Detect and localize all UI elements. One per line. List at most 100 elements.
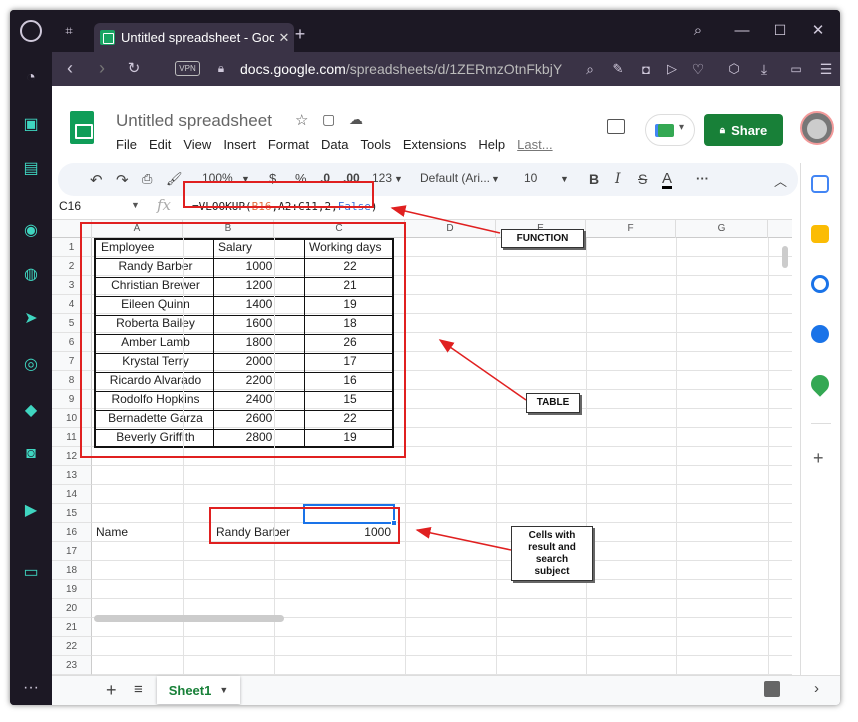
font-select[interactable]: Default (Ari...: [420, 171, 490, 185]
column-header-f[interactable]: F: [586, 220, 676, 238]
gamepad-icon[interactable]: ⌗: [60, 23, 78, 38]
messenger-icon[interactable]: ◉: [21, 220, 41, 240]
table-row[interactable]: [92, 504, 792, 523]
name-box-chevron-icon[interactable]: ▼: [131, 200, 140, 210]
cube-icon[interactable]: ⬡: [724, 59, 744, 79]
menu-format[interactable]: Format: [268, 137, 309, 152]
redo-icon[interactable]: ↷: [116, 171, 129, 189]
maximize-icon[interactable]: ☐: [770, 20, 790, 40]
italic-button[interactable]: I: [615, 171, 621, 187]
lookup-label-cell[interactable]: Name: [92, 523, 183, 542]
table-row[interactable]: [92, 637, 792, 656]
doc-title[interactable]: Untitled spreadsheet: [116, 111, 272, 131]
table-row[interactable]: [92, 466, 792, 485]
sheet-tab-chevron-icon[interactable]: ▼: [219, 685, 228, 695]
font-size-chevron-icon[interactable]: ▼: [560, 174, 569, 184]
row-header-19[interactable]: 19: [52, 580, 92, 599]
side-panel-toggle-icon[interactable]: ›: [814, 680, 819, 697]
table-row[interactable]: [92, 656, 792, 675]
twitter-icon[interactable]: ◆: [21, 400, 41, 420]
pinboard-icon[interactable]: ▭: [21, 562, 41, 582]
heart-icon[interactable]: ♡: [688, 59, 708, 79]
row-header-13[interactable]: 13: [52, 466, 92, 485]
font-size-select[interactable]: 10: [524, 171, 537, 185]
forward-icon[interactable]: ›: [92, 58, 112, 78]
tasks-icon[interactable]: [811, 275, 829, 293]
print-icon[interactable]: ⎙: [142, 171, 152, 187]
twitch-icon[interactable]: ▤: [21, 158, 41, 178]
search-tabs-icon[interactable]: ⌕: [688, 20, 708, 40]
last-edit-link[interactable]: Last...: [517, 137, 552, 152]
horizontal-scrollbar[interactable]: [94, 615, 284, 622]
contacts-icon[interactable]: [811, 325, 829, 343]
table-row[interactable]: [92, 485, 792, 504]
text-color-button[interactable]: A: [662, 171, 673, 189]
vpn-badge[interactable]: VPN: [175, 61, 200, 76]
new-tab-icon[interactable]: +: [290, 24, 310, 44]
battery-icon[interactable]: ▭: [786, 59, 806, 79]
back-icon[interactable]: ‹: [60, 58, 80, 78]
send-icon[interactable]: ▷: [662, 59, 682, 79]
settings-sliders-icon[interactable]: ☰: [816, 59, 836, 79]
more-options-button[interactable]: ···: [696, 171, 709, 186]
sheet-tab-sheet1[interactable]: Sheet1 ▼: [157, 676, 240, 704]
menu-file[interactable]: File: [116, 137, 137, 152]
menu-view[interactable]: View: [183, 137, 211, 152]
reload-icon[interactable]: ↻: [124, 58, 144, 78]
table-row[interactable]: [92, 580, 792, 599]
vertical-scrollbar[interactable]: [782, 246, 788, 268]
row-header-21[interactable]: 21: [52, 618, 92, 637]
menu-help[interactable]: Help: [478, 137, 505, 152]
share-button[interactable]: 🔒︎ Share: [704, 114, 783, 146]
row-header-15[interactable]: 15: [52, 504, 92, 523]
column-header-g[interactable]: G: [676, 220, 768, 238]
row-header-16[interactable]: 16: [52, 523, 92, 542]
maps-icon[interactable]: [807, 371, 833, 397]
bold-button[interactable]: B: [589, 171, 599, 187]
row-header-17[interactable]: 17: [52, 542, 92, 561]
opera-logo-icon[interactable]: [20, 20, 42, 42]
table-row[interactable]: Name Randy Barber 1000: [92, 523, 792, 542]
edit-icon[interactable]: ✎: [608, 59, 628, 79]
zoom-icon[interactable]: ⌕: [580, 59, 600, 79]
table-row[interactable]: [92, 561, 792, 580]
close-window-icon[interactable]: ✕: [808, 20, 828, 40]
table-row[interactable]: [92, 542, 792, 561]
menu-tools[interactable]: Tools: [360, 137, 390, 152]
instagram-icon[interactable]: ◎: [21, 354, 41, 374]
url-field[interactable]: docs.google.com/spreadsheets/d/1ZERmzOtn…: [240, 61, 562, 77]
more-sidebar-icon[interactable]: ···: [21, 678, 41, 698]
calendar-icon[interactable]: [811, 175, 829, 193]
move-folder-icon[interactable]: ▢: [322, 111, 335, 128]
collapse-toolbar-icon[interactable]: ︿: [774, 171, 787, 190]
paint-format-icon[interactable]: 🖌︎: [166, 171, 183, 187]
avatar[interactable]: [800, 111, 834, 145]
meet-button[interactable]: [645, 114, 695, 146]
add-sheet-icon[interactable]: +: [106, 680, 117, 701]
star-icon[interactable]: ☆: [295, 111, 308, 129]
all-sheets-icon[interactable]: ≡: [134, 681, 143, 698]
discord-icon[interactable]: ◙: [21, 444, 41, 464]
menu-data[interactable]: Data: [321, 137, 348, 152]
active-tab[interactable]: Untitled spreadsheet - Goo ✕: [94, 23, 294, 52]
player-icon[interactable]: ▶: [21, 500, 41, 520]
undo-icon[interactable]: ↶: [90, 171, 103, 189]
row-header-23[interactable]: 23: [52, 656, 92, 675]
row-header-22[interactable]: 22: [52, 637, 92, 656]
menu-insert[interactable]: Insert: [223, 137, 256, 152]
add-addon-icon[interactable]: +: [813, 448, 824, 469]
number-format-select[interactable]: 123: [372, 171, 392, 185]
menu-extensions[interactable]: Extensions: [403, 137, 467, 152]
bag-icon[interactable]: ▣: [21, 114, 41, 134]
explore-icon[interactable]: [764, 681, 780, 697]
row-header-18[interactable]: 18: [52, 561, 92, 580]
name-box[interactable]: C16 ▼: [59, 199, 141, 213]
comments-icon[interactable]: [607, 119, 625, 134]
sheets-logo-icon[interactable]: [70, 111, 94, 144]
telegram-icon[interactable]: ➤: [21, 308, 41, 328]
row-header-14[interactable]: 14: [52, 485, 92, 504]
camera-icon[interactable]: ◘: [636, 59, 656, 79]
keep-icon[interactable]: [811, 225, 829, 243]
column-header-d[interactable]: D: [405, 220, 496, 238]
menu-edit[interactable]: Edit: [149, 137, 171, 152]
